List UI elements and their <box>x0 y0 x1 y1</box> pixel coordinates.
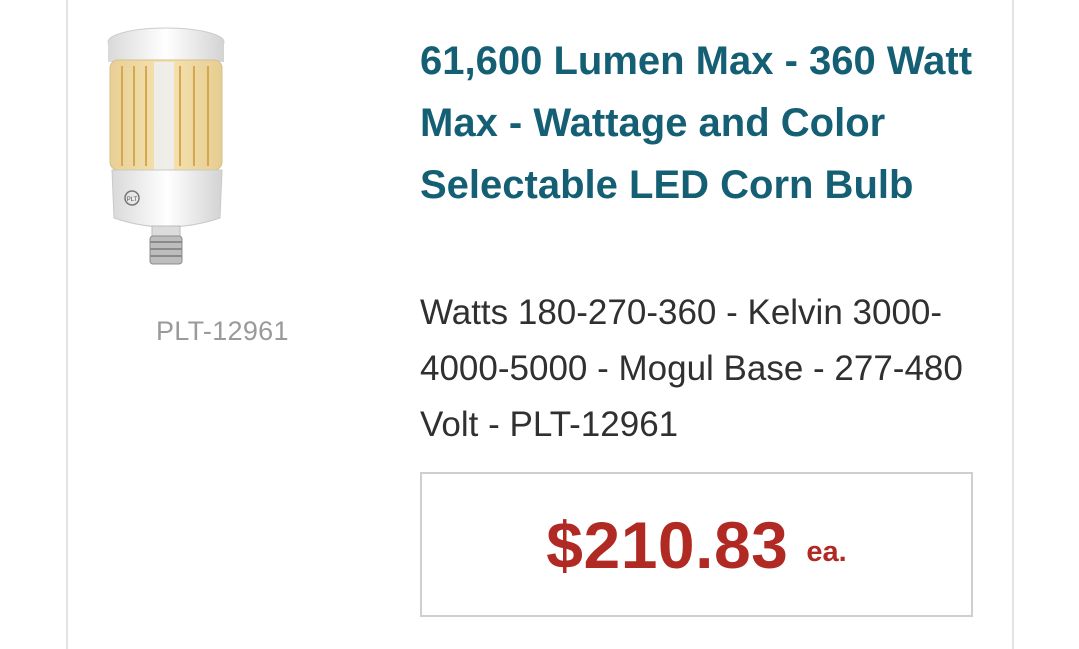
product-sku: PLT-12961 <box>156 316 289 346</box>
product-title-link[interactable]: 61,600 Lumen Max - 360 Watt Max - Wattag… <box>420 30 1000 216</box>
product-description: Watts 180-270-360 - Kelvin 3000-4000-500… <box>420 293 963 444</box>
brand-logo: PLT <box>127 197 138 203</box>
product-price: $210.83 <box>546 507 789 582</box>
price-unit: ea. <box>806 536 847 568</box>
price-box: $210.83 ea. <box>420 472 973 617</box>
led-corn-bulb-icon[interactable]: PLT <box>100 22 230 268</box>
